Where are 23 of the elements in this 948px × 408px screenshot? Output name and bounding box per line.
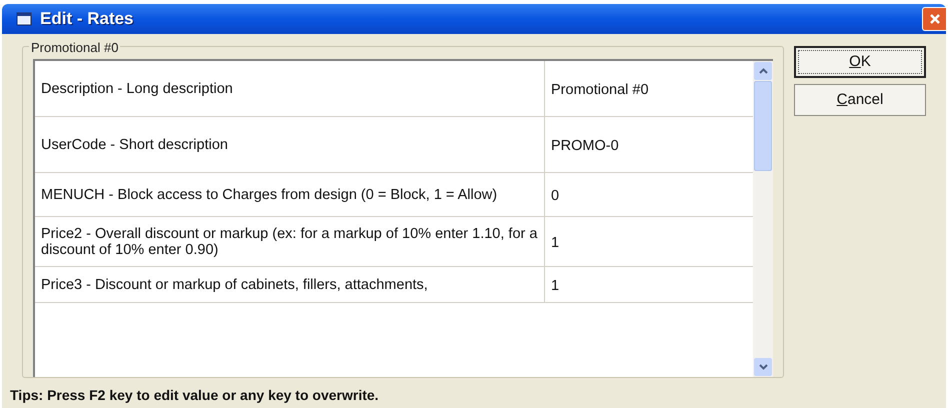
table-cell: Price3 - Discount or markup of cabinets, fillers, attachments, [35, 267, 545, 302]
ok-button[interactable]: OK [794, 46, 926, 78]
window-title: Edit - Rates [40, 8, 134, 30]
scrollbar[interactable] [753, 61, 773, 377]
table-cell: Price2 - Overall discount or markup (ex: for a markup of 10% enter 1.10, for a discount of 10% enter 0.90) [35, 217, 545, 266]
scroll-down-button[interactable] [754, 358, 772, 376]
table-cell[interactable]: 1 [545, 217, 753, 266]
table-cell: MENUCH - Block access to Charges from design (0 = Block, 1 = Allow) [35, 173, 545, 216]
chevron-up-icon [758, 68, 768, 74]
tips-text: Tips: Press F2 key to edit value or any key to overwrite. [10, 387, 379, 403]
scroll-up-button[interactable] [754, 62, 772, 80]
table-cell: Description - Long description [35, 61, 545, 116]
close-button[interactable] [922, 7, 946, 31]
close-icon [928, 13, 940, 25]
scroll-thumb[interactable] [754, 81, 772, 171]
table-cell[interactable]: Promotional #0 [545, 61, 753, 116]
window-icon [16, 12, 32, 26]
table-cell[interactable]: PROMO-0 [545, 117, 753, 172]
table-cell[interactable]: 0 [545, 173, 753, 216]
table-cell[interactable]: 1 [545, 267, 753, 302]
table-cell: UserCode - Short description [35, 117, 545, 172]
chevron-down-icon [758, 364, 768, 370]
cancel-button[interactable]: Cancel [794, 84, 926, 116]
